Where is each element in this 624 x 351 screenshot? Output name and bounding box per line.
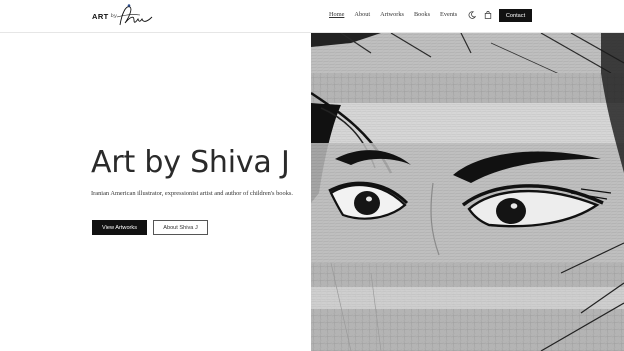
logo[interactable]: ART by bbox=[92, 3, 154, 29]
main-nav: Home About Artworks Books Events bbox=[329, 11, 467, 18]
contact-button[interactable]: Contact bbox=[499, 9, 532, 22]
artwork-painting bbox=[311, 33, 624, 351]
nav-home[interactable]: Home bbox=[329, 11, 344, 18]
nav-events[interactable]: Events bbox=[440, 11, 457, 18]
about-button[interactable]: About Shiva J bbox=[153, 220, 208, 235]
logo-text: ART bbox=[92, 11, 109, 21]
bag-icon[interactable] bbox=[483, 10, 493, 20]
signature-icon bbox=[116, 4, 153, 26]
nav-books[interactable]: Books bbox=[414, 11, 430, 18]
hero-title: Art by Shiva J bbox=[91, 145, 290, 180]
moon-icon[interactable] bbox=[467, 10, 477, 20]
view-artworks-button[interactable]: View Artworks bbox=[92, 220, 147, 235]
nav-artworks[interactable]: Artworks bbox=[380, 11, 404, 18]
hero-subtitle: Iranian American illustrator, expression… bbox=[91, 190, 293, 197]
nav-about[interactable]: About bbox=[354, 11, 370, 18]
site-header: ART by Home About Artworks Books Events … bbox=[0, 0, 624, 33]
